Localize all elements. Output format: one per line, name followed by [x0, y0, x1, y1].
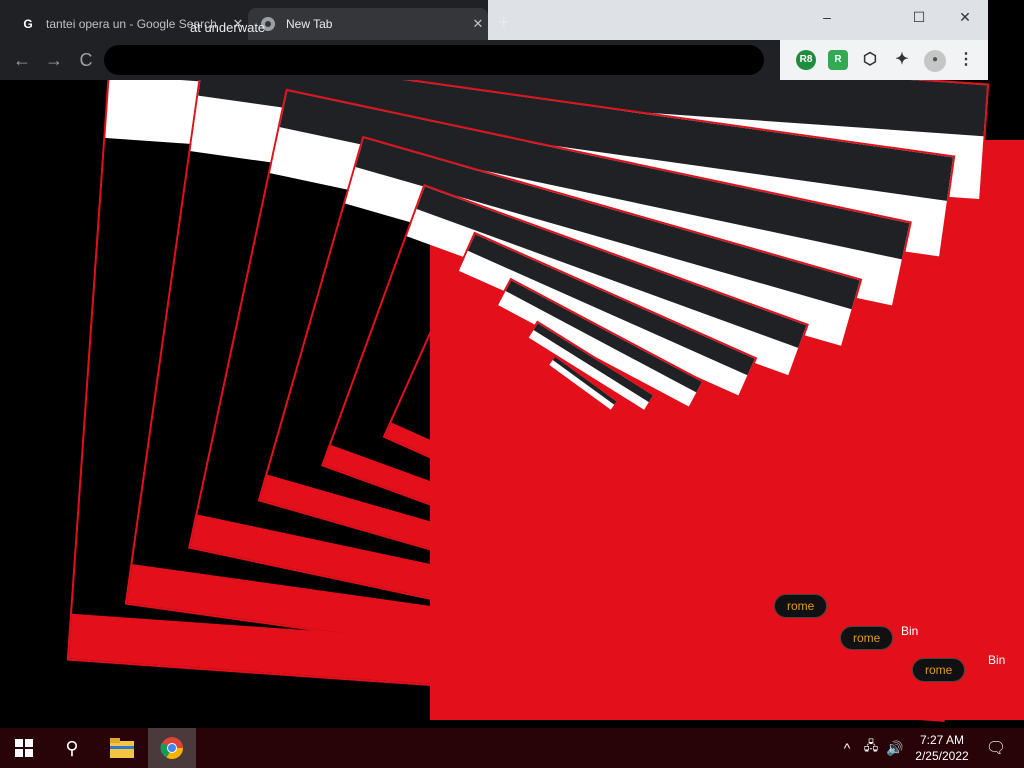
recycle-bin-label[interactable]: Bin: [988, 653, 1005, 667]
tray-chevron-icon[interactable]: ^: [836, 728, 858, 768]
close-tab-icon[interactable]: ✕: [468, 16, 488, 32]
google-icon: G: [23, 17, 33, 31]
notifications-icon[interactable]: 🗨: [976, 728, 1016, 768]
reload-button[interactable]: C: [74, 48, 98, 72]
folder-icon: [110, 738, 134, 758]
taskbar: ⚲ ^ 🖧 🔊 7:27 AM 2/25/2022 🗨: [0, 728, 1024, 768]
forward-button[interactable]: →: [42, 48, 66, 72]
search-icon: ⚲: [65, 737, 79, 758]
maximize-button[interactable]: ☐: [904, 6, 934, 28]
close-window-button[interactable]: ✕: [950, 6, 980, 28]
green-extension-icon[interactable]: R: [828, 50, 848, 70]
puzzle-icon[interactable]: ✦: [892, 50, 912, 70]
profile-icon[interactable]: ●: [924, 50, 946, 72]
menu-icon[interactable]: ⋮: [956, 50, 976, 70]
back-button[interactable]: ←: [10, 48, 34, 72]
shield-icon[interactable]: ⬡: [860, 50, 880, 70]
start-button[interactable]: [0, 728, 48, 768]
tab-label: New Tab: [286, 17, 333, 31]
windows-icon: [15, 739, 33, 757]
address-bar-text[interactable]: ät underwate: [190, 20, 265, 35]
browser-window: G tantei opera un - Google Search ✕ New …: [0, 0, 988, 700]
minimize-button[interactable]: –: [812, 6, 842, 28]
chrome-taskbar-button[interactable]: [148, 728, 196, 768]
address-bar[interactable]: [104, 45, 764, 75]
clock[interactable]: 7:27 AM 2/25/2022: [904, 728, 980, 768]
file-explorer-button[interactable]: [98, 728, 146, 768]
new-tab-button[interactable]: +: [498, 12, 510, 35]
clock-time: 7:27 AM: [919, 733, 965, 747]
clock-date: 2/25/2022: [915, 749, 969, 763]
search-button[interactable]: ⚲: [48, 728, 96, 768]
volume-icon[interactable]: 🔊: [884, 728, 906, 768]
r8-icon[interactable]: R8: [796, 50, 816, 70]
tab-new-tab[interactable]: New Tab ✕: [248, 8, 488, 40]
network-icon[interactable]: 🖧: [860, 728, 882, 768]
chrome-icon: [160, 737, 183, 759]
